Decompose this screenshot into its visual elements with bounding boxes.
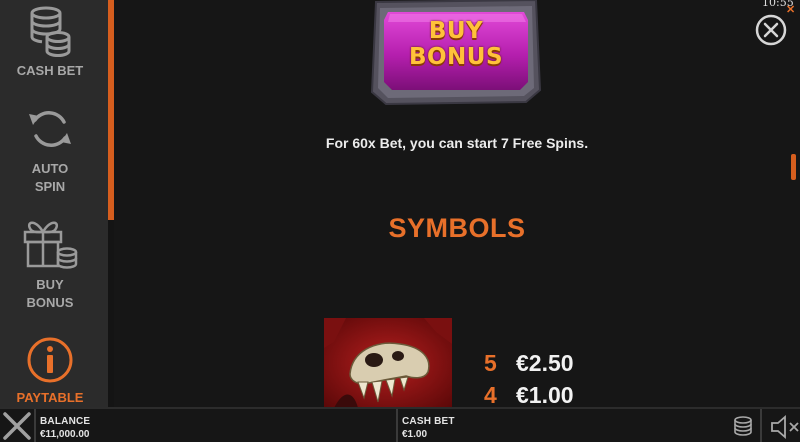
skull-symbol-icon — [324, 318, 452, 407]
coins-stack-icon — [30, 6, 71, 57]
paytable-content: BUY BONUS For 60x Bet, you can start 7 F… — [114, 0, 800, 407]
coins-stack-icon — [734, 416, 752, 436]
cash-bet-label: CASH BET — [402, 416, 455, 427]
buy-bonus-label-line1: BUY — [428, 18, 484, 44]
sidebar-item-label-line2: BONUS — [26, 295, 74, 310]
balance-value: €11,000.00 — [40, 429, 90, 440]
gift-icon — [23, 221, 78, 269]
refresh-icon — [29, 111, 71, 147]
speaker-muted-icon — [771, 415, 799, 439]
sidebar-item-buy-bonus[interactable]: BUY BONUS — [0, 212, 100, 312]
buy-bonus-label-line2: BONUS — [408, 44, 504, 70]
sound-toggle-button[interactable] — [768, 415, 800, 439]
sidebar-item-cash-bet[interactable]: CASH BET — [0, 4, 100, 80]
bet-settings-button[interactable] — [732, 415, 754, 439]
buy-bonus-button[interactable]: BUY BONUS — [370, 0, 542, 106]
sidebar-item-label-line1: BUY — [36, 277, 64, 292]
payout-count: 4 — [484, 382, 497, 407]
sidebar-item-label-line1: AUTO — [31, 161, 69, 176]
sidebar-item-label: PAYTABLE — [16, 390, 84, 405]
paytable-scrollbar[interactable] — [791, 154, 796, 180]
divider — [760, 409, 762, 442]
sidebar-item-label-line2: SPIN — [34, 179, 66, 194]
payout-value: €2.50 — [516, 350, 574, 376]
info-icon — [27, 337, 73, 383]
cash-bet-value: €1.00 — [402, 429, 428, 440]
bottom-bar: BALANCE €11,000.00 CASH BET €1.00 — [0, 407, 800, 442]
payout-row: 5 €2.50 — [484, 350, 574, 377]
divider — [396, 409, 398, 442]
sidebar-item-paytable[interactable]: PAYTABLE — [0, 335, 100, 407]
symbols-heading: SYMBOLS — [388, 213, 526, 243]
close-paytable-button[interactable] — [755, 14, 787, 46]
buy-bonus-info: For 60x Bet, you can start 7 Free Spins. — [325, 135, 589, 151]
close-icon — [755, 14, 787, 46]
sidebar: CASH BET AUTO SPIN BUY BONUS PAYTABLE — [0, 0, 108, 407]
buy-bonus-label: BUY BONUS — [370, 18, 542, 70]
balance-label: BALANCE — [40, 416, 91, 427]
sidebar-item-auto-spin[interactable]: AUTO SPIN — [0, 104, 100, 196]
sidebar-item-label: CASH BET — [16, 63, 84, 78]
payout-count: 5 — [484, 350, 497, 376]
divider — [34, 409, 36, 442]
payout-row: 4 €1.00 — [484, 382, 574, 407]
close-icon — [3, 412, 31, 440]
payout-value: €1.00 — [516, 382, 574, 407]
mini-close-icon: ✕ — [786, 4, 796, 16]
exit-game-button[interactable] — [2, 411, 32, 441]
